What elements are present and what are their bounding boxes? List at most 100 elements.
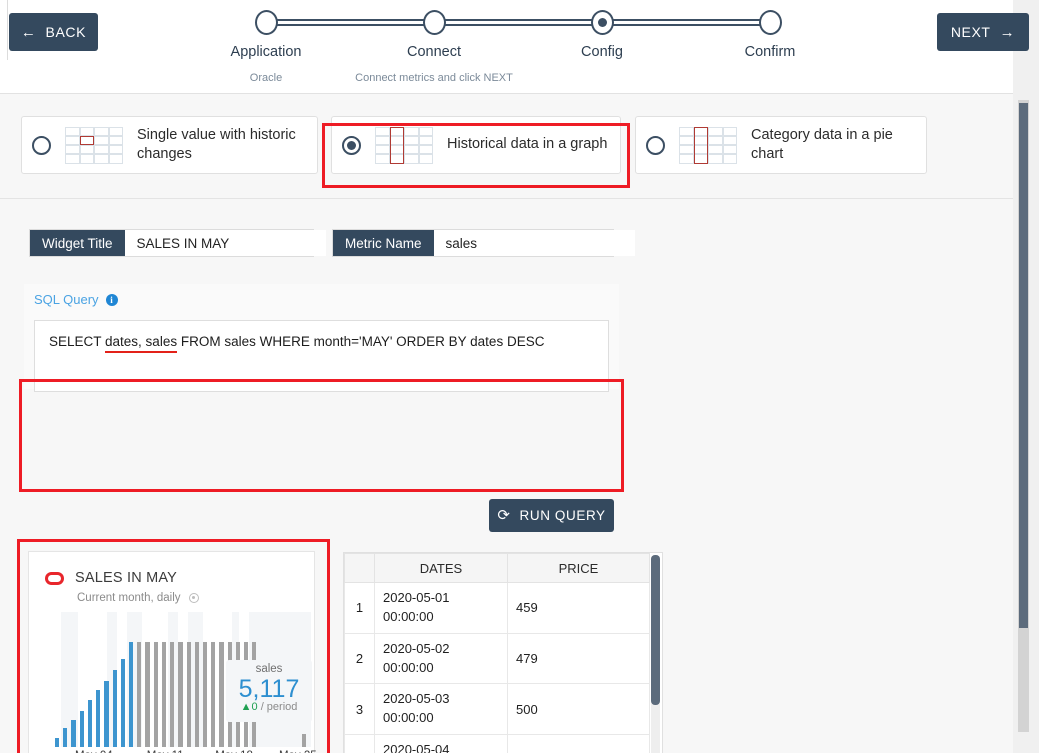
widget-type-selector: Single value with historic changes Histo… xyxy=(0,100,1013,190)
chart-bar xyxy=(137,641,142,747)
chart-bar xyxy=(202,641,208,747)
next-button-label: NEXT xyxy=(950,24,991,40)
widget-type-option-historical[interactable]: Historical data in a graph xyxy=(331,116,621,174)
metric-name-label: Metric Name xyxy=(333,230,434,256)
preview-title: SALES IN MAY xyxy=(75,570,178,586)
chart-bar xyxy=(79,710,84,747)
chart-stat-overlay: sales 5,117 ▲0 / period xyxy=(226,660,312,722)
widget-type-option-pie-chart[interactable]: Category data in a pie chart xyxy=(635,116,927,174)
app-page: ← BACK NEXT → Application Connect Config… xyxy=(0,0,1039,753)
cell-dates: 2020-05-02 00:00:00 xyxy=(374,632,508,685)
next-button[interactable]: NEXT → xyxy=(937,13,1029,51)
section-divider xyxy=(0,198,1013,199)
sql-query-panel: SQL Query i SELECT dates, sales FROM sal… xyxy=(24,284,619,392)
run-query-button[interactable]: ⟳ RUN QUERY xyxy=(489,499,614,532)
preview-subtitle-row: Current month, daily xyxy=(77,592,199,604)
stepper-labels: Application Connect Config Confirm xyxy=(0,44,1013,64)
chart-bar xyxy=(170,641,175,747)
arrow-left-icon: ← xyxy=(20,23,37,41)
oval-badge-icon xyxy=(45,571,64,585)
chart-bar xyxy=(55,737,60,747)
step-node-confirm[interactable] xyxy=(759,10,782,35)
results-col-index xyxy=(344,553,375,583)
radio-historical[interactable] xyxy=(342,135,361,155)
arrow-right-icon: → xyxy=(999,23,1016,41)
sql-highlight-box xyxy=(19,379,624,492)
results-body: 1 2020-05-01 00:00:00 459 2 2020-05-02 00:00:0… xyxy=(344,582,650,753)
chart-bar xyxy=(120,659,125,747)
cell-price: 500 xyxy=(507,683,650,736)
sql-underlined-columns: dates, sales xyxy=(105,334,178,353)
table-row[interactable]: 3 2020-05-03 00:00:00 500 xyxy=(344,683,650,736)
step-label-application: Application xyxy=(230,44,302,60)
widget-title-field[interactable]: Widget Title xyxy=(29,229,326,257)
table-scrollbar[interactable] xyxy=(651,555,660,753)
config-content: Single value with historic changes Histo… xyxy=(0,94,1013,753)
table-row[interactable]: 2 2020-05-02 00:00:00 479 xyxy=(344,632,650,685)
metric-name-input[interactable] xyxy=(433,230,635,256)
radio-single-value[interactable] xyxy=(32,135,51,155)
preview-bar-chart: sales 5,117 ▲0 / period xyxy=(53,612,312,747)
cell-index: 2 xyxy=(344,632,375,685)
cell-price: 459 xyxy=(507,582,650,634)
chart-bar xyxy=(211,641,216,747)
metric-name-field[interactable]: Metric Name xyxy=(332,229,635,257)
sql-suffix: FROM sales WHERE month='MAY' ORDER BY da… xyxy=(177,334,545,349)
table-row[interactable]: 1 2020-05-01 00:00:00 459 xyxy=(344,582,650,634)
chart-bar xyxy=(104,680,109,747)
sql-query-label: SQL Query xyxy=(34,292,99,307)
preview-subtitle: Current month, daily xyxy=(77,592,181,604)
query-results-table[interactable]: DATES PRICE 1 2020-05-01 00:00:00 459 2 2020-… xyxy=(343,552,663,753)
step-node-connect[interactable] xyxy=(423,10,446,35)
stat-delta: ▲0 / period xyxy=(226,701,312,713)
widget-type-option-single-value[interactable]: Single value with historic changes xyxy=(21,116,318,174)
results-col-price: PRICE xyxy=(507,553,650,583)
grid-single-cell-icon xyxy=(65,126,123,164)
stepper-track xyxy=(266,19,774,26)
chart-bar xyxy=(219,641,224,747)
table-scrollbar-thumb[interactable] xyxy=(651,555,660,705)
step-label-config: Config xyxy=(581,44,623,60)
widget-preview-card: SALES IN MAY Current month, daily sales … xyxy=(28,551,317,753)
stat-delta-arrow: ▲ xyxy=(240,701,252,714)
target-icon xyxy=(188,593,199,603)
results-header: DATES PRICE xyxy=(344,553,650,583)
page-scrollbar[interactable] xyxy=(1018,100,1029,732)
cell-dates: 2020-05-0400:00:00 xyxy=(374,734,508,753)
step-node-application[interactable] xyxy=(255,10,278,35)
cell-index: 1 xyxy=(344,582,375,634)
widget-type-label-single-value: Single value with historic changes xyxy=(137,126,296,162)
page-scrollbar-thumb[interactable] xyxy=(1019,103,1028,628)
chart-bar xyxy=(178,641,183,747)
chart-bar xyxy=(96,690,101,747)
chart-bar xyxy=(71,720,76,747)
step-label-connect: Connect xyxy=(406,44,462,60)
wizard-header: ← BACK NEXT → Application Connect Config… xyxy=(0,0,1029,94)
chart-bar xyxy=(161,641,167,747)
chart-bar xyxy=(301,733,306,747)
chart-bar xyxy=(112,670,117,747)
step-node-config[interactable] xyxy=(591,10,614,35)
cell-index: 3 xyxy=(344,683,375,736)
widget-title-label: Widget Title xyxy=(30,230,125,256)
widget-type-label-pie-chart: Category data in a pie chart xyxy=(751,126,893,162)
chart-bar xyxy=(87,699,93,747)
stat-metric-value: 5,117 xyxy=(238,675,300,703)
back-button-label: BACK xyxy=(45,24,87,40)
cell-price: 583 xyxy=(507,734,650,753)
chart-bar xyxy=(186,641,191,747)
widget-title-input[interactable] xyxy=(124,230,326,256)
results-header-row: DATES PRICE xyxy=(344,553,650,583)
radio-pie-chart[interactable] xyxy=(646,135,665,155)
grid-column-icon xyxy=(375,126,433,164)
chart-bar xyxy=(128,641,134,747)
table-row[interactable]: 42020-05-0400:00:00583 xyxy=(344,734,650,753)
main-canvas: ← BACK NEXT → Application Connect Config… xyxy=(0,0,1029,753)
step-sub-application: Oracle xyxy=(249,72,283,84)
step-dot xyxy=(598,18,607,27)
run-query-label: RUN QUERY xyxy=(519,508,606,523)
step-sub-connect: Connect metrics and click NEXT xyxy=(355,72,513,84)
sql-query-input[interactable]: SELECT dates, sales FROM sales WHERE mon… xyxy=(34,320,609,392)
stat-delta-unit: / period xyxy=(260,701,298,714)
info-icon[interactable]: i xyxy=(105,293,118,306)
